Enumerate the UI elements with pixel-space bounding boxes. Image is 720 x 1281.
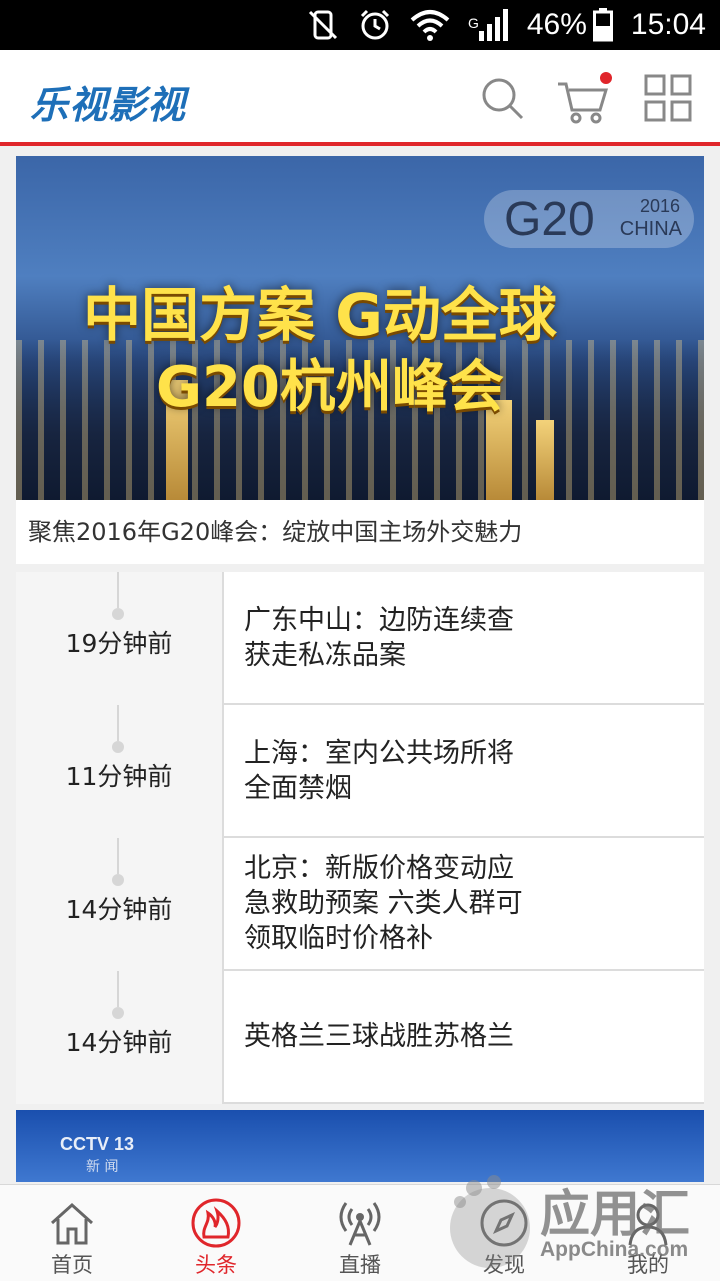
tab-headlines[interactable]: 头条 bbox=[144, 1185, 288, 1281]
news-title[interactable]: 英格兰三球战胜苏格兰 bbox=[244, 1019, 534, 1054]
timeline-column: 19分钟前 bbox=[16, 572, 222, 705]
news-card[interactable]: 广东中山：边防连续查获走私冻品案 bbox=[222, 572, 704, 705]
g20-logo: G20 2016 CHINA bbox=[484, 190, 694, 248]
battery-icon bbox=[592, 8, 613, 42]
news-time: 14分钟前 bbox=[65, 1028, 173, 1057]
cart-icon[interactable] bbox=[554, 72, 614, 126]
timeline-column: 14分钟前 bbox=[16, 971, 222, 1104]
clock: 15:04 bbox=[630, 8, 706, 41]
banner-headline-line2: G20杭州峰会 bbox=[156, 355, 504, 420]
timeline-line bbox=[117, 971, 119, 1007]
home-icon bbox=[46, 1197, 98, 1249]
tab-label: 首页 bbox=[51, 1253, 93, 1277]
tab-label: 头条 bbox=[195, 1253, 237, 1277]
tab-home[interactable]: 首页 bbox=[0, 1185, 144, 1281]
wifi-icon bbox=[410, 8, 450, 42]
channel-sub-label: 新 闻 bbox=[86, 1159, 119, 1175]
tab-live[interactable]: 直播 bbox=[288, 1185, 432, 1281]
broadcast-icon bbox=[334, 1197, 386, 1249]
grid-menu-icon[interactable] bbox=[642, 72, 696, 126]
banner-caption[interactable]: 聚焦2016年G20峰会：绽放中国主场外交魅力 bbox=[16, 500, 704, 564]
news-timeline-list: 19分钟前 广东中山：边防连续查获走私冻品案 11分钟前 上海：室内公共场所将全… bbox=[16, 572, 704, 1104]
signal-icon: G bbox=[468, 9, 509, 41]
list-item[interactable]: 11分钟前 上海：室内公共场所将全面禁烟 bbox=[16, 705, 704, 838]
timeline-dot bbox=[112, 1007, 124, 1019]
battery-percent: 46% bbox=[526, 8, 587, 41]
news-title[interactable]: 广东中山：边防连续查获走私冻品案 bbox=[244, 603, 534, 673]
news-card[interactable]: 上海：室内公共场所将全面禁烟 bbox=[222, 705, 704, 838]
timeline-line bbox=[117, 838, 119, 874]
no-sim-vibrate-icon bbox=[306, 8, 340, 42]
banner-headline-line1: 中国方案 G动全球 bbox=[83, 281, 557, 349]
list-item[interactable]: 19分钟前 广东中山：边防连续查获走私冻品案 bbox=[16, 572, 704, 705]
news-title[interactable]: 上海：室内公共场所将全面禁烟 bbox=[244, 736, 534, 806]
tab-label: 直播 bbox=[339, 1253, 381, 1277]
timeline-dot bbox=[112, 874, 124, 886]
timeline-dot bbox=[112, 741, 124, 753]
timeline-line bbox=[117, 705, 119, 741]
list-item[interactable]: 14分钟前 北京：新版价格变动应急救助预案 六类人群可领取临时价格补 bbox=[16, 838, 704, 971]
alarm-icon bbox=[358, 8, 392, 42]
skyline-tower bbox=[536, 420, 554, 500]
news-time: 14分钟前 bbox=[65, 895, 173, 924]
news-card[interactable]: 北京：新版价格变动应急救助预案 六类人群可领取临时价格补 bbox=[222, 838, 704, 971]
list-item[interactable]: 14分钟前 英格兰三球战胜苏格兰 bbox=[16, 971, 704, 1104]
g20-logo-country: CHINA bbox=[619, 218, 682, 240]
timeline-line bbox=[117, 572, 119, 608]
watermark-subtext: AppChina.com bbox=[540, 1238, 689, 1261]
news-card[interactable]: 英格兰三球战胜苏格兰 bbox=[222, 971, 704, 1104]
timeline-column: 14分钟前 bbox=[16, 838, 222, 971]
app-logo[interactable]: 乐视影视 bbox=[30, 74, 186, 129]
g20-logo-text: G20 bbox=[504, 193, 595, 246]
signal-type-label: G bbox=[467, 15, 479, 31]
appchina-watermark: 应用汇 AppChina.com bbox=[440, 1166, 720, 1280]
search-icon[interactable] bbox=[476, 72, 530, 126]
flame-icon bbox=[190, 1197, 242, 1249]
watermark-logo-icon bbox=[450, 1175, 530, 1268]
timeline-dot bbox=[112, 608, 124, 620]
channel-logo: CCTV 13 bbox=[60, 1134, 135, 1154]
timeline-column: 11分钟前 bbox=[16, 705, 222, 838]
g20-logo-year: 2016 bbox=[639, 196, 680, 216]
watermark-text: 应用汇 bbox=[540, 1185, 690, 1243]
status-bar: G 46% 15:04 bbox=[0, 0, 720, 50]
news-time: 11分钟前 bbox=[65, 762, 173, 791]
featured-banner[interactable]: G20 2016 CHINA 中国方案 G动全球 G20杭州峰会 bbox=[16, 156, 704, 500]
app-header: 乐视影视 bbox=[0, 50, 720, 146]
news-time: 19分钟前 bbox=[65, 629, 173, 658]
news-title[interactable]: 北京：新版价格变动应急救助预案 六类人群可领取临时价格补 bbox=[244, 851, 534, 956]
